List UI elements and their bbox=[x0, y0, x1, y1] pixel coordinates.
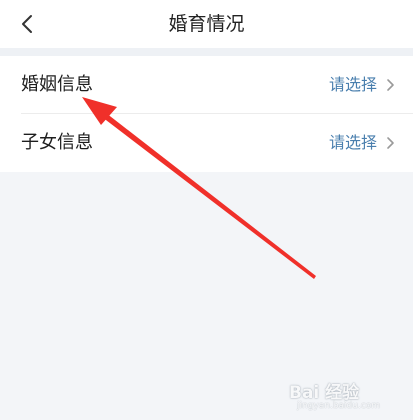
page-title: 婚育情况 bbox=[168, 13, 245, 35]
watermark-url: jingyan.baidu.com bbox=[297, 401, 381, 411]
list-item-children-info[interactable]: 子女信息 请选择 bbox=[0, 114, 413, 172]
chevron-right-icon bbox=[387, 79, 394, 91]
settings-list: 婚姻信息 请选择 子女信息 请选择 bbox=[0, 56, 413, 172]
nav-bar: 婚育情况 bbox=[0, 0, 413, 48]
list-item-label: 子女信息 bbox=[21, 132, 93, 153]
header-divider bbox=[0, 48, 413, 56]
list-item-marriage-info[interactable]: 婚姻信息 请选择 bbox=[0, 56, 413, 114]
watermark-logo: Bai 经验 bbox=[289, 383, 360, 403]
list-item-label: 婚姻信息 bbox=[21, 74, 93, 95]
list-item-value: 请选择 bbox=[328, 75, 377, 94]
chevron-right-icon bbox=[387, 137, 394, 149]
watermark: Bai 经验 jingyan.baidu.com bbox=[283, 378, 409, 416]
list-item-value: 请选择 bbox=[328, 133, 377, 152]
